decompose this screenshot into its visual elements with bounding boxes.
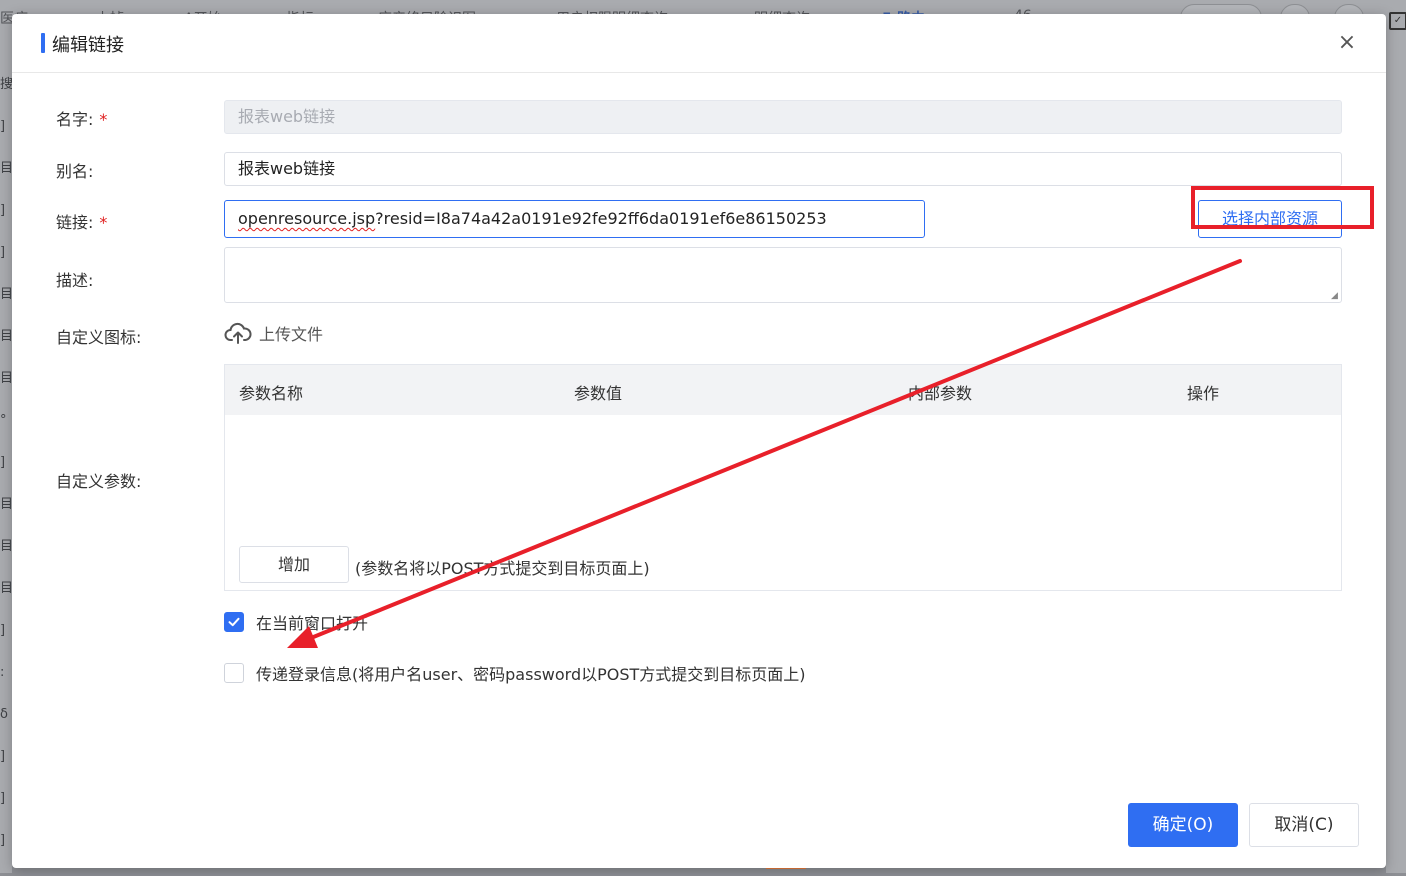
close-icon[interactable]: × bbox=[1336, 32, 1358, 54]
background-sidebar-glyph: δ bbox=[0, 707, 8, 722]
add-param-button[interactable]: 增加 bbox=[239, 546, 349, 583]
background-sidebar-glyph: ° bbox=[0, 413, 7, 428]
cancel-button[interactable]: 取消(C) bbox=[1249, 803, 1359, 847]
custom-params-label: 自定义参数: bbox=[56, 472, 142, 491]
required-mark: * bbox=[99, 110, 108, 129]
background-sidebar-glyph: ] bbox=[0, 119, 6, 134]
background-sidebar-glyph: : bbox=[0, 665, 5, 680]
background-right-edge bbox=[1386, 0, 1406, 873]
background-checkbox-icon: ✓ bbox=[1389, 12, 1406, 30]
select-internal-resource-button[interactable]: 选择内部资源 bbox=[1198, 200, 1342, 238]
column-actions: 操作 bbox=[1187, 384, 1220, 403]
background-sidebar-glyph: ] bbox=[0, 245, 6, 260]
link-value: ?resid=I8a74a42a0191e92fe92ff6da0191ef6e… bbox=[375, 209, 827, 228]
upload-file-label: 上传文件 bbox=[259, 325, 324, 344]
title-accent-bar bbox=[41, 33, 45, 53]
background-sidebar: 搜] 目]] 目目目 °] 目目目]: δ]]] bbox=[0, 40, 13, 873]
link-label: 链接: * bbox=[56, 209, 107, 233]
edit-link-dialog: 编辑链接 × 名字: * 报表web链接 别名: 报表web链接 链接: * ope… bbox=[12, 14, 1386, 868]
upload-file-button[interactable]: 上传文件 bbox=[224, 319, 323, 347]
background-sidebar-glyph: ] bbox=[0, 791, 6, 806]
open-in-current-window-option[interactable]: 在当前窗口打开 bbox=[224, 610, 368, 634]
add-param-hint: (参数名将以POST方式提交到目标页面上) bbox=[355, 559, 650, 578]
custom-icon-label: 自定义图标: bbox=[56, 328, 142, 347]
link-field[interactable]: openresource.jsp?resid=I8a74a42a0191e92f… bbox=[224, 200, 925, 238]
description-label: 描述: bbox=[56, 271, 94, 290]
background-sidebar-glyph: ] bbox=[0, 749, 6, 764]
name-label-text: 名字: bbox=[56, 110, 94, 129]
dialog-header: 编辑链接 × bbox=[12, 14, 1386, 73]
cloud-upload-icon bbox=[224, 322, 252, 344]
required-mark: * bbox=[99, 213, 108, 232]
link-value-spellcheck: openresource.jsp bbox=[238, 209, 376, 228]
name-label: 名字: * bbox=[56, 106, 107, 130]
column-param-value: 参数值 bbox=[574, 384, 623, 403]
column-param-name: 参数名称 bbox=[239, 384, 304, 403]
open-in-current-window-label: 在当前窗口打开 bbox=[256, 614, 369, 633]
name-field[interactable]: 报表web链接 bbox=[224, 100, 1342, 134]
column-internal-param: 内部参数 bbox=[908, 384, 973, 403]
background-sidebar-glyph: ] bbox=[0, 203, 6, 218]
background-sidebar-glyph: ] bbox=[0, 623, 6, 638]
background-sidebar-glyph: ] bbox=[0, 833, 6, 848]
params-table: 参数名称 参数值 内部参数 操作 增加 (参数名将以POST方式提交到目标页面上… bbox=[224, 364, 1342, 591]
params-table-header: 参数名称 参数值 内部参数 操作 bbox=[225, 365, 1341, 415]
checkmark-icon bbox=[228, 617, 240, 627]
alias-label: 别名: bbox=[56, 162, 94, 181]
link-label-text: 链接: bbox=[56, 213, 94, 232]
resize-grip-icon[interactable]: ◢ bbox=[1331, 292, 1339, 301]
dialog-title: 编辑链接 bbox=[52, 35, 124, 56]
ok-button[interactable]: 确定(O) bbox=[1128, 803, 1238, 847]
description-textarea[interactable]: ◢ bbox=[224, 247, 1342, 303]
open-in-current-window-checkbox[interactable] bbox=[224, 612, 244, 632]
pass-login-info-option[interactable]: 传递登录信息(将用户名user、密码password以POST方式提交到目标页面… bbox=[224, 661, 806, 685]
alias-field[interactable]: 报表web链接 bbox=[224, 152, 1342, 186]
pass-login-info-checkbox[interactable] bbox=[224, 663, 244, 683]
pass-login-info-label: 传递登录信息(将用户名user、密码password以POST方式提交到目标页面… bbox=[256, 665, 806, 684]
background-sidebar-glyph: ] bbox=[0, 455, 6, 470]
